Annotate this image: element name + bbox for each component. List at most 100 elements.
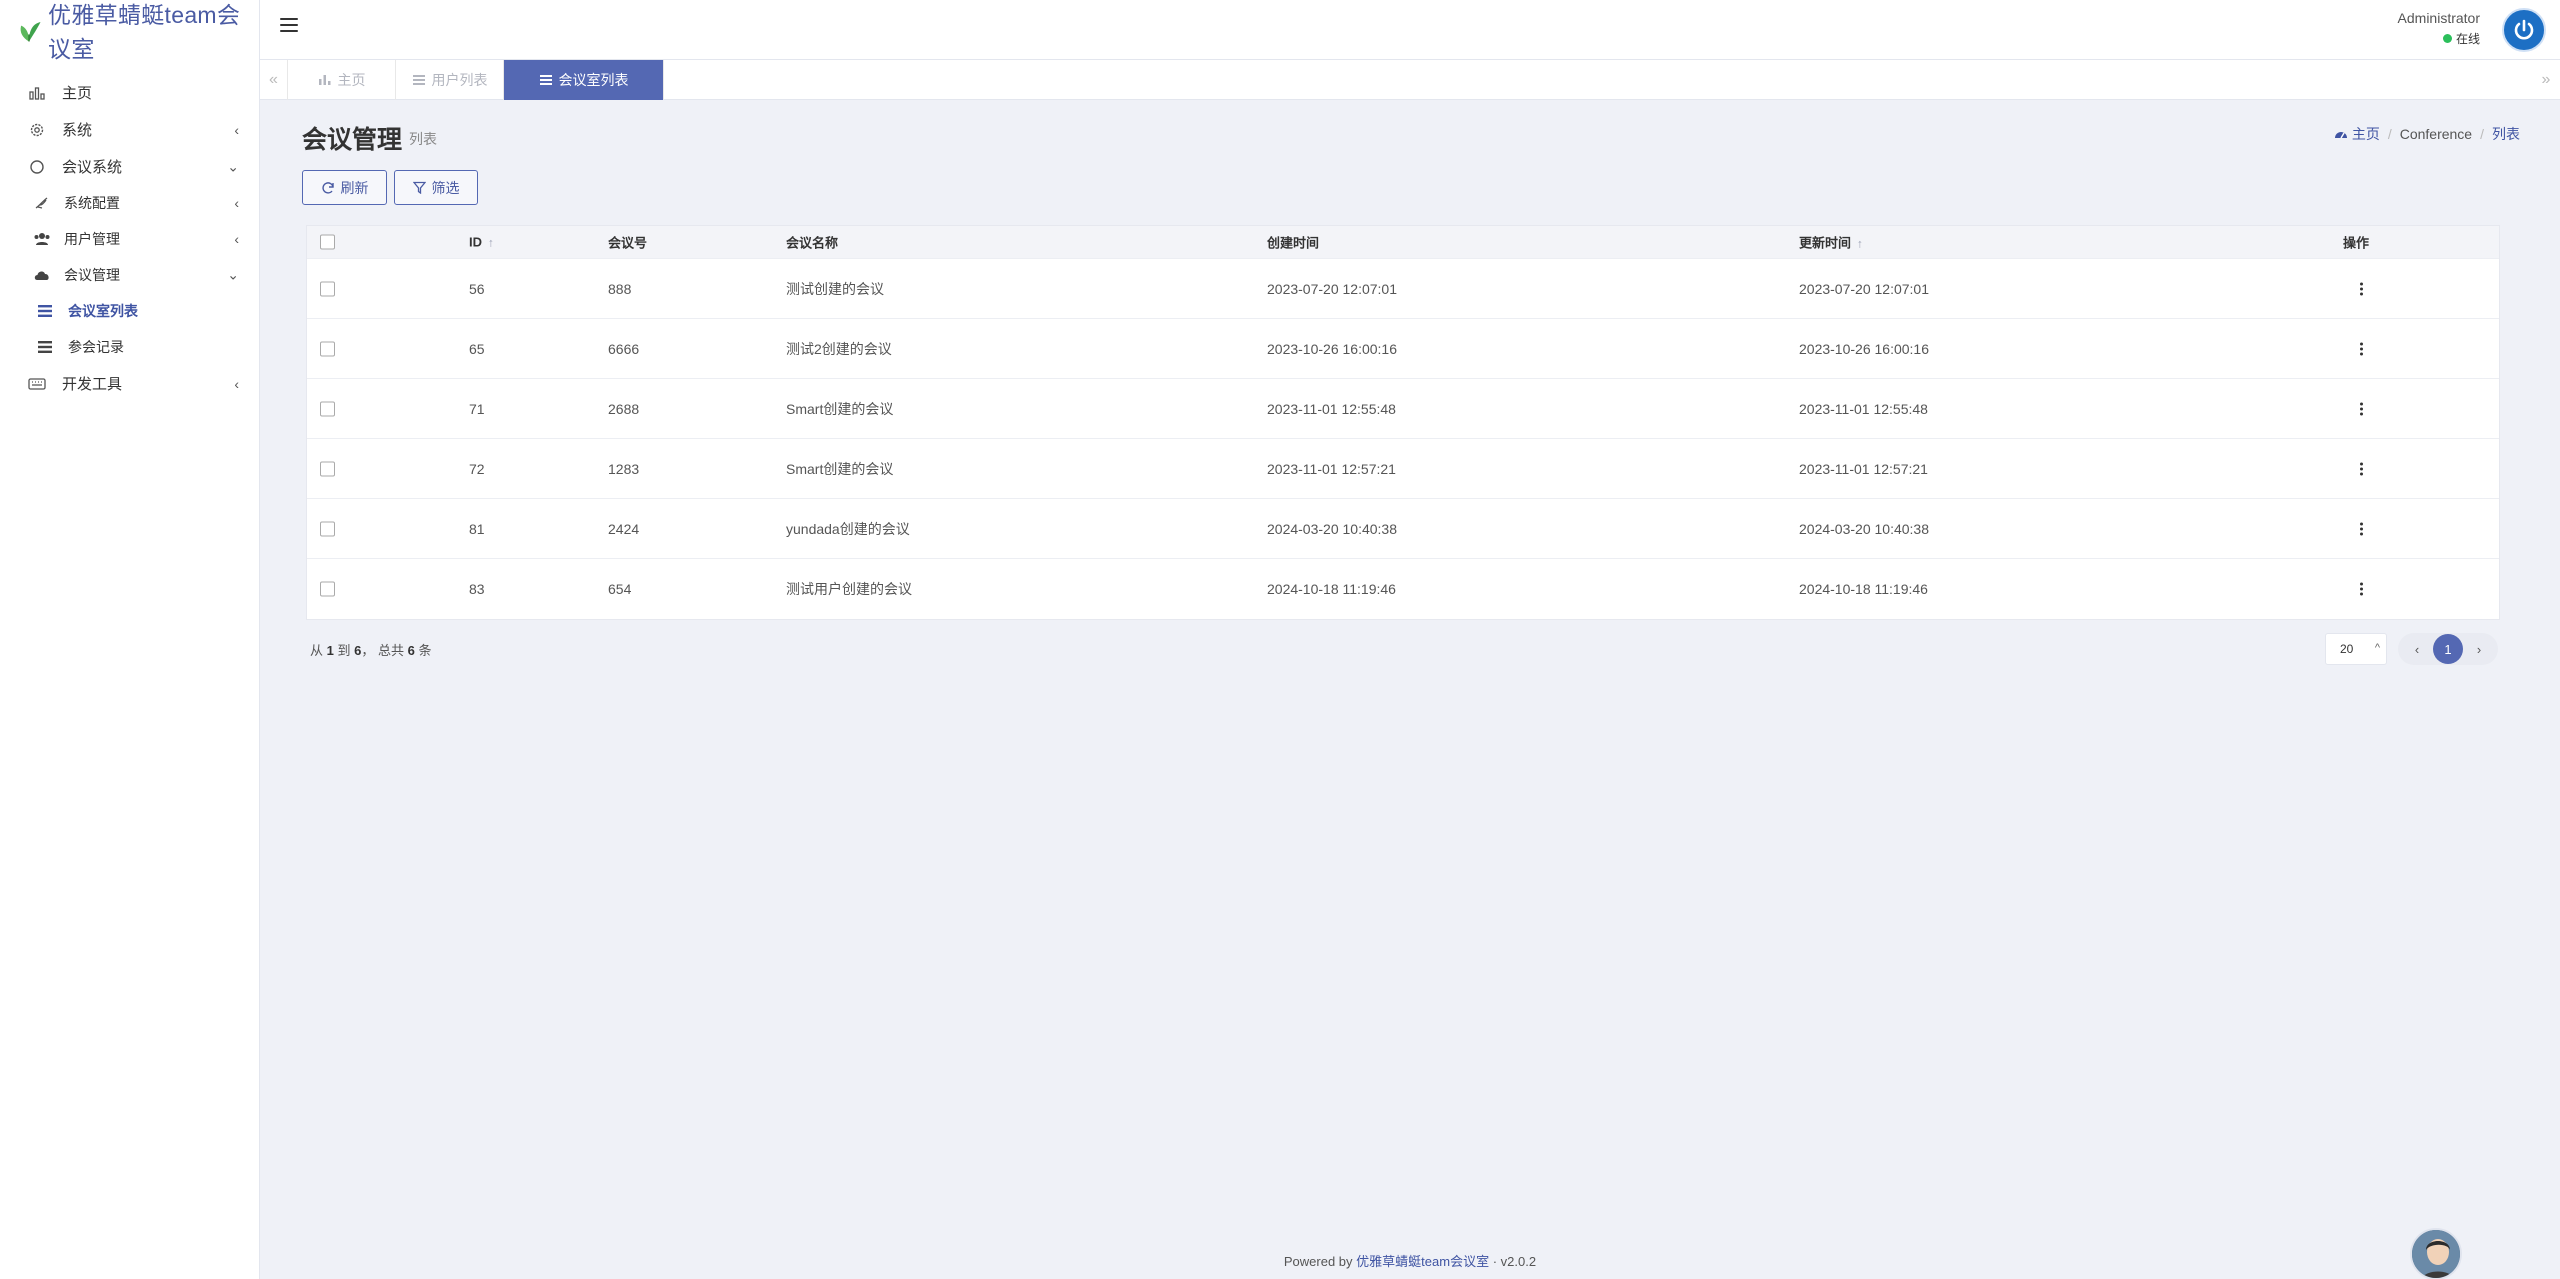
cell-created: 2023-10-26 16:00:16 <box>1267 340 1397 357</box>
brand-name: 优雅草蜻蜓team会议室 <box>48 2 241 62</box>
more-actions-icon[interactable] <box>2360 522 2363 535</box>
sidebar-item-label: 会议室列表 <box>68 303 138 319</box>
brand[interactable]: 优雅草蜻蜓team会议室 <box>0 0 259 62</box>
filter-label: 筛选 <box>431 179 460 196</box>
filter-button[interactable]: 筛选 <box>394 170 478 205</box>
user-name: Administrator <box>2397 10 2480 26</box>
more-actions-icon[interactable] <box>2360 582 2363 595</box>
cell-created: 2023-07-20 12:07:01 <box>1267 280 1397 297</box>
filter-icon <box>412 181 426 194</box>
sidebar-item-meeting-system[interactable]: 会议系统 ⌄ <box>0 148 259 185</box>
tab-meeting-room-list[interactable]: 会议室列表 <box>504 60 664 100</box>
table-row[interactable]: 81 2424 yundada创建的会议 2024-03-20 10:40:38… <box>307 498 2499 558</box>
sidebar-item-meeting-room-list[interactable]: 会议室列表 <box>0 293 259 329</box>
row-checkbox[interactable] <box>320 401 335 416</box>
footer-version: v2.0.2 <box>1500 1254 1537 1269</box>
table-row[interactable]: 56 888 测试创建的会议 2023-07-20 12:07:01 2023-… <box>307 258 2499 318</box>
more-actions-icon[interactable] <box>2360 402 2363 415</box>
cell-number: 888 <box>608 280 632 297</box>
sidebar-item-label: 用户管理 <box>64 231 120 247</box>
floating-avatar[interactable] <box>2410 1228 2462 1279</box>
pagination-summary: 从 1 到 6， 总共 6 条 <box>310 643 432 658</box>
cell-name: Smart创建的会议 <box>786 460 894 477</box>
chevron-left-icon: ‹ <box>234 121 239 138</box>
chevron-down-icon: ⌄ <box>227 266 239 283</box>
row-checkbox[interactable] <box>320 461 335 476</box>
refresh-button[interactable]: 刷新 <box>302 170 387 205</box>
cell-number: 6666 <box>608 340 640 357</box>
double-chevron-right-icon[interactable]: » <box>2532 60 2560 100</box>
column-header-number[interactable]: 会议号 <box>608 233 647 252</box>
keyboard-icon <box>26 375 48 393</box>
sidebar-item-meeting-management[interactable]: 会议管理 ⌄ <box>0 257 259 293</box>
double-chevron-left-icon[interactable]: « <box>260 60 288 100</box>
sidebar-item-system[interactable]: 系统 ‹ <box>0 111 259 148</box>
footer: Powered by 优雅草蜻蜓team会议室 · v2.0.2 <box>1283 1254 1537 1269</box>
leaf-logo-icon <box>20 22 41 42</box>
select-all-checkbox[interactable] <box>320 234 335 250</box>
sidebar-item-attendance-records[interactable]: 参会记录 <box>0 329 259 365</box>
tab-label: 会议室列表 <box>558 72 629 88</box>
sidebar-item-user-management[interactable]: 用户管理 ‹ <box>0 221 259 257</box>
page-size-select[interactable]: 20 ^ <box>2325 633 2387 665</box>
bar-chart-icon <box>26 84 48 102</box>
table-row[interactable]: 65 6666 测试2创建的会议 2023-10-26 16:00:16 202… <box>307 318 2499 378</box>
sidebar-item-system-config[interactable]: 系统配置 ‹ <box>0 185 259 221</box>
more-actions-icon[interactable] <box>2360 342 2363 355</box>
table-row[interactable]: 83 654 测试用户创建的会议 2024-10-18 11:19:46 202… <box>307 558 2499 618</box>
row-checkbox[interactable] <box>320 341 335 356</box>
gear-icon <box>26 121 48 139</box>
page-size-value: 20 <box>2340 642 2354 656</box>
power-icon[interactable] <box>2502 8 2546 52</box>
chevron-left-icon: ‹ <box>234 195 239 211</box>
page-subtitle: 列表 <box>409 131 437 147</box>
more-actions-icon[interactable] <box>2360 462 2363 475</box>
breadcrumb-section[interactable]: Conference <box>2400 126 2472 142</box>
cell-number: 2424 <box>608 520 640 537</box>
more-actions-icon[interactable] <box>2360 282 2363 295</box>
cell-id: 56 <box>469 280 485 297</box>
table-row[interactable]: 72 1283 Smart创建的会议 2023-11-01 12:57:21 2… <box>307 438 2499 498</box>
breadcrumb-home[interactable]: 主页 <box>2352 124 2380 144</box>
top-header: Administrator 在线 <box>260 0 2560 60</box>
row-checkbox[interactable] <box>320 521 335 536</box>
hamburger-menu-icon[interactable] <box>280 18 298 34</box>
cell-id: 83 <box>469 580 485 597</box>
chevron-up-icon: ^ <box>2374 642 2380 654</box>
cell-name: 测试用户创建的会议 <box>786 580 912 597</box>
tab-user-list[interactable]: 用户列表 <box>396 60 504 100</box>
cell-updated: 2023-10-26 16:00:16 <box>1799 340 1929 357</box>
row-checkbox[interactable] <box>320 281 335 296</box>
sidebar-item-label: 会议系统 <box>62 159 123 176</box>
column-header-id[interactable]: ID ↑ <box>469 235 494 250</box>
user-status-text: 在线 <box>2455 32 2480 46</box>
sidebar-item-dev-tools[interactable]: 开发工具 ‹ <box>0 365 259 402</box>
tab-home[interactable]: 主页 <box>288 60 396 100</box>
cell-name: 测试创建的会议 <box>786 280 884 297</box>
sort-arrow-icon: ↑ <box>488 235 494 250</box>
sidebar-item-home[interactable]: 主页 <box>0 74 259 111</box>
row-checkbox[interactable] <box>320 581 335 596</box>
cell-updated: 2023-07-20 12:07:01 <box>1799 280 1929 297</box>
user-info[interactable]: Administrator 在线 <box>2398 10 2480 47</box>
refresh-label: 刷新 <box>340 179 369 196</box>
column-header-created[interactable]: 创建时间 <box>1267 233 1319 252</box>
prev-page-icon[interactable]: ‹ <box>2407 642 2427 657</box>
sidebar: 优雅草蜻蜓team会议室 主页 系统 ‹ 会议系统 ⌄ 系统配置 ‹ 用户管理 … <box>0 0 260 1279</box>
table-header: ID ↑ 会议号 会议名称 创建时间 更新时间 ↑ 操作 <box>307 226 2499 258</box>
users-icon <box>32 230 52 248</box>
sidebar-item-label: 系统配置 <box>64 195 120 211</box>
column-header-updated[interactable]: 更新时间 ↑ <box>1799 233 1863 252</box>
bird-icon <box>32 194 52 212</box>
cell-name: yundada创建的会议 <box>786 520 910 537</box>
list-icon <box>412 74 426 86</box>
cloud-icon <box>32 266 52 284</box>
tab-bar: « 主页 用户列表 会议室列表 » <box>260 60 2560 100</box>
column-header-name[interactable]: 会议名称 <box>786 233 838 252</box>
footer-brand-link[interactable]: 优雅草蜻蜓team会议室 <box>1356 1254 1489 1269</box>
cell-created: 2024-10-18 11:19:46 <box>1267 580 1396 597</box>
table-row[interactable]: 71 2688 Smart创建的会议 2023-11-01 12:55:48 2… <box>307 378 2499 438</box>
breadcrumb: 主页 / Conference / 列表 <box>2334 124 2520 144</box>
page-number-current[interactable]: 1 <box>2433 634 2463 664</box>
next-page-icon[interactable]: › <box>2469 642 2489 657</box>
